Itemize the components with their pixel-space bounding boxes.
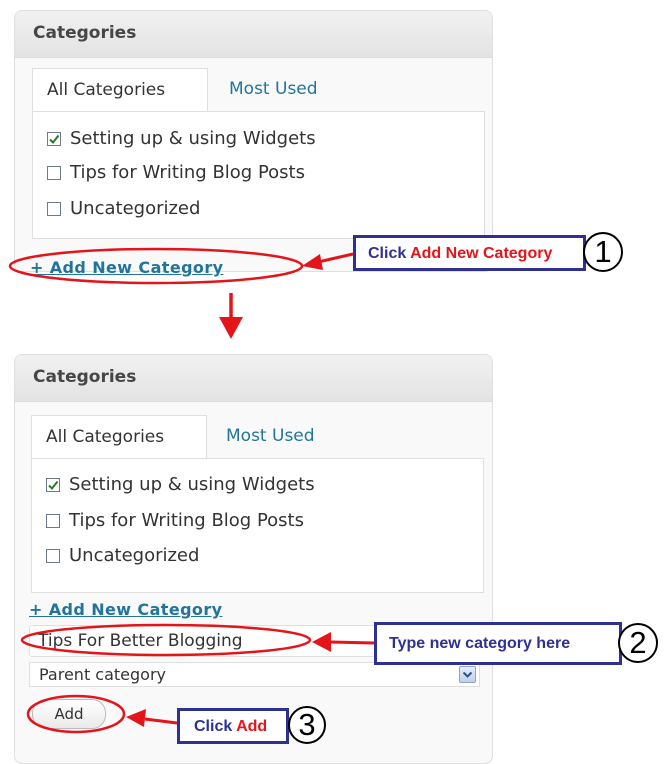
annotation-overlay — [8, 232, 658, 744]
highlight-ellipse-input — [20, 623, 312, 657]
step-number-2: 2 — [629, 625, 647, 660]
highlight-ellipse-add-button — [26, 694, 126, 734]
arrow-to-add-link — [302, 252, 354, 270]
highlight-ellipse-add-link — [8, 247, 304, 285]
arrow-to-input — [312, 632, 375, 652]
arrow-down — [219, 293, 243, 339]
step-number-1: 1 — [594, 234, 612, 269]
arrow-to-add-button — [126, 709, 178, 727]
step-number-3: 3 — [298, 707, 316, 742]
